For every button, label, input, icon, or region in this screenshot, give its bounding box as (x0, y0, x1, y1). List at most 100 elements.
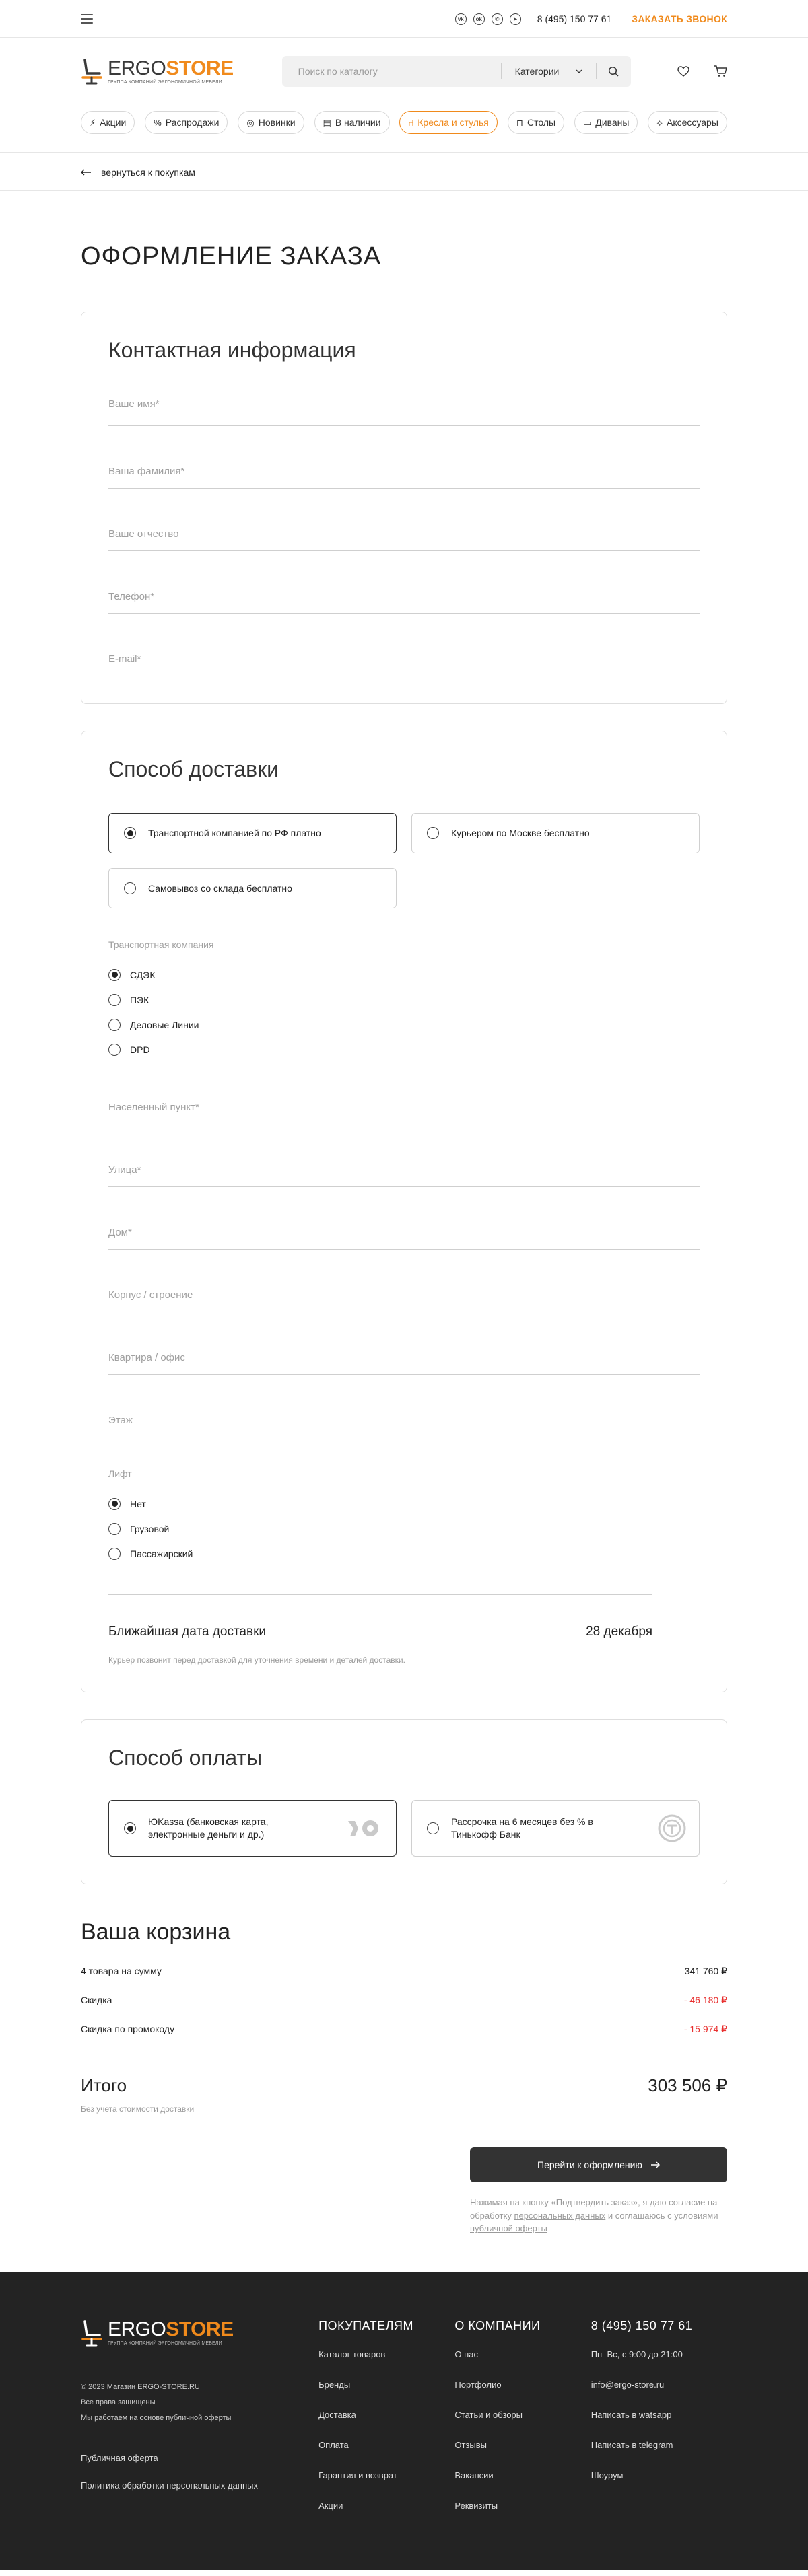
payment-option-tinkoff[interactable]: Рассрочка на 6 месяцев без % в Тинькофф … (411, 1800, 700, 1857)
category-chip[interactable]: ▭ Диваны (574, 111, 638, 134)
text-input[interactable] (108, 613, 700, 676)
privacy-link[interactable]: персональных данных (514, 2211, 605, 2221)
footer-link[interactable]: Написать в telegram (591, 2440, 727, 2450)
footer-hours: Пн–Вс, с 9:00 до 21:00 (591, 2349, 683, 2359)
whatsapp-icon[interactable]: ✆ (491, 13, 503, 25)
footer-link[interactable]: Портфолио (454, 2380, 591, 2390)
footer-link[interactable]: info@ergo-store.ru (591, 2380, 727, 2390)
heart-icon[interactable] (677, 66, 689, 77)
footer-link[interactable]: О нас (454, 2349, 591, 2359)
delivery-title: Способ доставки (108, 757, 279, 781)
menu-icon[interactable] (81, 14, 93, 24)
vk-icon[interactable]: vk (454, 13, 467, 25)
category-chip[interactable]: ⑁ Кресла и стулья (399, 111, 498, 134)
topbar: vk ok ✆ ➤ 8 (495) 150 77 61 ЗАКАЗАТЬ ЗВО… (0, 0, 808, 38)
footer-logo[interactable]: ERGOSTORE ГРУППА КОМПАНИЙ ЭРГОНОМИЧНОЙ М… (81, 2319, 318, 2347)
transport-company-option-label: DPD (130, 1044, 150, 1055)
delivery-option[interactable]: Курьером по Москве бесплатно (411, 813, 700, 853)
contact-card: Контактная информация (81, 312, 727, 704)
checkout-button[interactable]: Перейти к оформлению (470, 2147, 727, 2182)
telegram-icon[interactable]: ➤ (509, 13, 521, 25)
transport-company-option[interactable]: Деловые Линии (108, 1012, 700, 1037)
lift-option[interactable]: Пассажирский (108, 1541, 700, 1566)
category-chip[interactable]: ⟡ Аксессуары (648, 111, 727, 134)
radio-button (124, 1822, 136, 1834)
legal-note: Нажимая на кнопку «Подтвердить заказ», я… (470, 2196, 727, 2235)
text-input[interactable] (108, 1061, 700, 1124)
category-label: В наличии (335, 117, 381, 128)
text-input[interactable] (108, 1312, 700, 1374)
category-chip[interactable]: ⚡ Акции (81, 111, 135, 134)
radio-button (124, 827, 136, 839)
category-select[interactable]: Категории (502, 66, 596, 77)
checkout-button-label: Перейти к оформлению (537, 2159, 642, 2170)
back-link[interactable]: вернуться к покупкам (81, 167, 195, 178)
category-chip[interactable]: ▤ В наличии (314, 111, 390, 134)
legal-text-2: и соглашаюсь с условиями (605, 2210, 718, 2221)
rights: Все права защищены (81, 2398, 156, 2406)
top-phone[interactable]: 8 (495) 150 77 61 (537, 13, 612, 24)
category-label: Распродажи (165, 117, 220, 128)
transport-company-option[interactable]: DPD (108, 1037, 700, 1062)
text-input[interactable] (108, 373, 700, 425)
footer-link[interactable]: Акции (318, 2501, 454, 2511)
transport-company-option[interactable]: ПЭК (108, 987, 700, 1012)
transport-company-option-label: Деловые Линии (130, 1019, 199, 1030)
category-icon: ⚡ (90, 117, 96, 128)
footer-link[interactable]: Отзывы (454, 2440, 591, 2450)
category-chip[interactable]: ⊓ Столы (507, 111, 565, 134)
footer-link[interactable]: Доставка (318, 2410, 454, 2420)
text-input[interactable] (108, 1249, 700, 1312)
radio-button (108, 968, 121, 981)
payment-title: Способ оплаты (108, 1746, 263, 1770)
cart-icon[interactable] (714, 65, 727, 77)
footer-link[interactable]: Реквизиты (454, 2501, 591, 2511)
text-input[interactable] (108, 1186, 700, 1249)
delivery-option[interactable]: Самовывоз со склада бесплатно (108, 868, 397, 908)
payment-option-label: Рассрочка на 6 месяцев без % в Тинькофф … (451, 1816, 593, 1840)
text-input[interactable] (108, 1374, 700, 1437)
payment-option-yookassa[interactable]: ЮKassa (банковская карта, электронные де… (108, 1800, 397, 1857)
arrow-left-icon (81, 169, 91, 176)
footer-link[interactable]: Написать в watsapp (591, 2410, 727, 2420)
transport-company-option-label: ПЭК (130, 994, 149, 1005)
text-input[interactable] (108, 425, 700, 488)
chevron-down-icon (576, 69, 582, 73)
footer-phone[interactable]: 8 (495) 150 77 61 (591, 2319, 727, 2333)
odnoklassniki-icon[interactable]: ok (473, 13, 485, 25)
address-field (108, 1124, 700, 1187)
logo[interactable]: ERGOSTORE ГРУППА КОМПАНИЙ ЭРГОНОМИЧНОЙ М… (81, 57, 234, 85)
transport-company-option[interactable]: СДЭК (108, 962, 700, 987)
search-input[interactable] (281, 66, 501, 77)
lift-option[interactable]: Грузовой (108, 1516, 700, 1541)
category-chip[interactable]: ◎ Новинки (238, 111, 304, 134)
category-chip[interactable]: % Распродажи (145, 111, 228, 134)
lift-option[interactable]: Нет (108, 1491, 700, 1516)
chair-logo-icon (81, 2320, 102, 2346)
text-input[interactable] (108, 1124, 700, 1186)
category-label: Акции (100, 117, 127, 128)
footer-link[interactable]: Вакансии (454, 2470, 591, 2480)
footer-link[interactable]: Шоурум (591, 2470, 727, 2480)
offer-link[interactable]: публичной оферты (470, 2223, 547, 2233)
copyright: © 2023 Магазин ERGO-STORE.RU (81, 2382, 200, 2391)
payment-card: Способ оплаты ЮKassa (банковская карта, … (81, 1719, 727, 1884)
text-input[interactable] (108, 488, 700, 550)
footer-link[interactable]: Бренды (318, 2380, 454, 2390)
logo-subtitle: ГРУППА КОМПАНИЙ ЭРГОНОМИЧНОЙ МЕБЕЛИ (108, 79, 222, 85)
footer-link[interactable]: Гарантия и возврат (318, 2470, 454, 2480)
footer-offer-link[interactable]: Публичная оферта (81, 2453, 318, 2463)
footer-link[interactable]: Оплата (318, 2440, 454, 2450)
radio-button (108, 1018, 121, 1031)
footer-privacy-link[interactable]: Политика обработки персональных данных (81, 2480, 318, 2491)
back-link-label: вернуться к покупкам (101, 167, 195, 178)
delivery-option[interactable]: Транспортной компанией по РФ платно (108, 813, 397, 853)
footer-link[interactable]: Каталог товаров (318, 2349, 454, 2359)
footer-link[interactable]: Статьи и обзоры (454, 2410, 591, 2420)
search-button[interactable] (595, 63, 631, 79)
offer-note: Мы работаем на основе публичной оферты (81, 2413, 232, 2422)
text-input[interactable] (108, 550, 700, 613)
category-label: Кресла и стулья (417, 117, 489, 128)
callback-button[interactable]: ЗАКАЗАТЬ ЗВОНОК (632, 13, 727, 24)
cart-row: 4 товара на сумму 341 760 ₽ (81, 1966, 727, 1977)
